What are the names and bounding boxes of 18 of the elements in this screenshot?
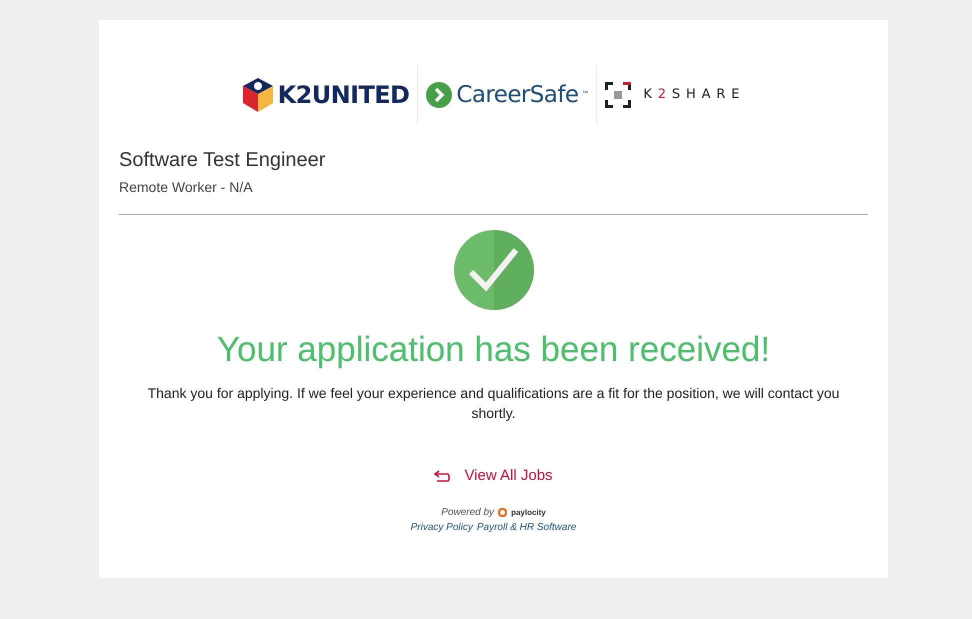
success-heading: Your application has been received!: [216, 329, 772, 371]
success-message: Thank you for applying. If we feel your experience and qualifications are a fit for the position, we will contact you shortly.: [146, 384, 840, 422]
footer-link[interactable]: Payroll & HR Software: [476, 520, 576, 535]
powered-by-text: Powered by: [441, 506, 494, 520]
return-arrow-icon: [434, 470, 450, 482]
chevron-icon: [426, 82, 452, 108]
logo-text: K2UNITED: [278, 80, 410, 111]
view-jobs-link[interactable]: View All Jobs: [434, 464, 553, 487]
brand-icon: [498, 508, 508, 517]
footer-link[interactable]: Privacy Policy: [410, 520, 473, 535]
logo-text: CareerSafe: [456, 80, 578, 110]
job-title: Software Test Engineer: [119, 148, 326, 173]
logo-text: K 2 SHARE: [643, 86, 746, 104]
check-circle-icon: [454, 230, 534, 310]
brand-logo-text: paylocity: [511, 506, 546, 518]
cube-icon: [242, 77, 274, 113]
job-location: Remote Worker - N/A: [119, 178, 254, 197]
frame-icon: [605, 82, 632, 108]
